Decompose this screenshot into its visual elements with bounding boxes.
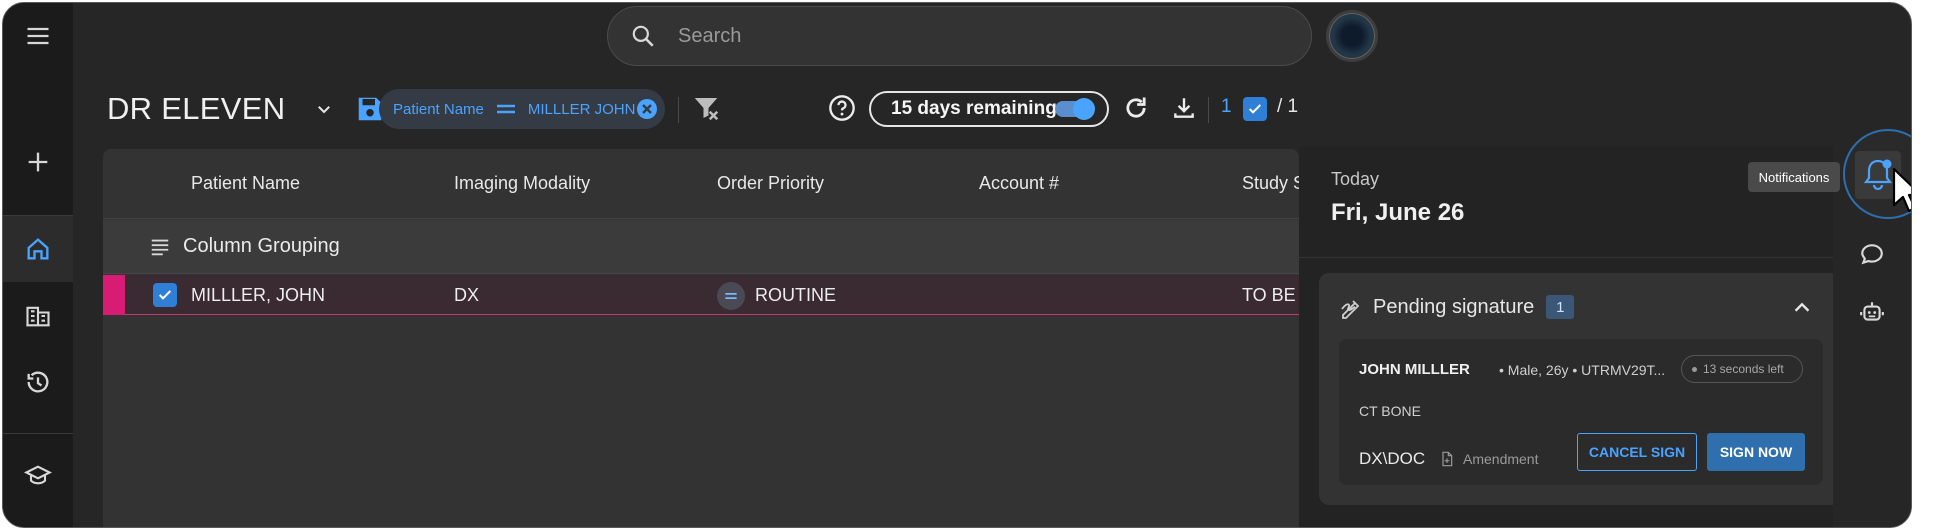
worklist-grid: Patient Name Imaging Modality Order Prio… [103, 149, 1299, 527]
refresh-icon [1126, 97, 1146, 118]
date-label: Fri, June 26 [1331, 199, 1465, 226]
download-icon [1174, 98, 1194, 118]
chat-button[interactable] [1855, 237, 1889, 271]
filter-chip[interactable]: Patient Name MILLLER JOHN [379, 89, 665, 129]
group-label: Column Grouping [183, 235, 340, 257]
time-dot [1692, 366, 1697, 372]
history-button[interactable] [3, 349, 73, 415]
refresh-button[interactable] [1119, 91, 1153, 125]
pending-item[interactable]: JOHN MILLLER • Male, 26y • UTRMV29T... 1… [1339, 339, 1823, 485]
help-button[interactable] [825, 91, 859, 125]
signature-icon [1341, 300, 1360, 319]
search-icon [632, 25, 654, 47]
pending-signature-card: Pending signature 1 JOHN MILLLER • Male,… [1319, 273, 1841, 505]
building-icon [26, 306, 50, 327]
amendment-label[interactable]: Amendment [1439, 450, 1538, 468]
remaining-toggle[interactable] [1055, 98, 1095, 120]
column-header[interactable]: Account # [979, 173, 1059, 194]
grid-header: Patient Name Imaging Modality Order Prio… [103, 149, 1299, 219]
select-all-checkbox[interactable] [1243, 97, 1267, 121]
column-header[interactable]: Study S [1242, 173, 1299, 194]
pending-count-badge: 1 [1546, 295, 1575, 319]
app-window: DR ELEVEN Patient Name MILLLER JOHN 15 d… [2, 2, 1912, 528]
check-icon [1248, 104, 1262, 114]
cell-priority: ROUTINE [755, 285, 836, 305]
clear-all-filters-button[interactable] [689, 91, 723, 125]
cancel-sign-button[interactable]: CANCEL SIGN [1577, 433, 1697, 471]
worklist-title: DR ELEVEN [107, 91, 286, 126]
search-bar [607, 6, 1312, 66]
trial-remaining-pill[interactable]: 15 days remaining [869, 91, 1109, 127]
pending-title: Pending signature [1373, 295, 1535, 318]
cell-modality: DX [454, 285, 480, 305]
panel-divider [1299, 257, 1833, 258]
nav-rail [3, 3, 73, 527]
chevron-down-icon[interactable] [315, 100, 333, 118]
column-header[interactable]: Imaging Modality [454, 173, 590, 194]
cell-patient-name: MILLLER, JOHN [191, 285, 326, 305]
home-button[interactable] [3, 216, 73, 282]
file-plus-icon [1442, 451, 1453, 467]
pending-study: CT BONE [1359, 403, 1421, 419]
cell-study-status: TO BE A [1242, 285, 1299, 305]
education-button[interactable] [3, 443, 73, 509]
notifications-panel: Today Fri, June 26 Pending signature 1 J… [1299, 147, 1841, 527]
pending-patient: JOHN MILLLER [1359, 361, 1470, 378]
selected-count: 1 [1221, 96, 1232, 117]
time-left-badge: 13 seconds left [1681, 355, 1803, 383]
clear-filter-icon[interactable] [635, 97, 659, 121]
row-checkbox[interactable] [153, 283, 177, 307]
time-left: 13 seconds left [1703, 362, 1784, 376]
pending-meta: • Male, 26y • UTRMV29T... [1499, 362, 1666, 378]
row-status-stripe [103, 275, 125, 315]
filter-field: Patient Name [393, 100, 484, 118]
column-header[interactable]: Patient Name [191, 173, 300, 194]
robot-icon [1860, 302, 1884, 321]
sign-now-button[interactable]: SIGN NOW [1707, 433, 1805, 471]
remaining-label: 15 days remaining [891, 98, 1057, 119]
column-grouping-row[interactable]: Column Grouping [103, 220, 1299, 274]
history-icon [27, 371, 49, 393]
home-icon [27, 238, 49, 260]
assistant-button[interactable] [1855, 295, 1889, 329]
priority-equals-icon [717, 282, 745, 310]
pending-signature-header: Pending signature 1 [1339, 295, 1575, 319]
list-icon [151, 239, 169, 255]
pending-modality: DX\DOC [1359, 449, 1426, 468]
help-icon [829, 95, 855, 121]
table-row[interactable]: MILLLER, JOHN DX ROUTINE TO BE A [103, 275, 1299, 315]
toolbar-divider [678, 97, 679, 123]
download-button[interactable] [1167, 91, 1201, 125]
notifications-tooltip: Notifications [1748, 162, 1840, 192]
worklist-toolbar: DR ELEVEN [107, 83, 385, 135]
mouse-cursor-icon [1892, 167, 1911, 213]
filter-off-icon [694, 98, 719, 121]
new-button[interactable] [3, 129, 73, 195]
rail-divider [3, 433, 73, 434]
day-label: Today [1331, 169, 1380, 189]
selected-total: / 1 [1277, 96, 1299, 117]
graduation-cap-icon [24, 465, 52, 485]
chevron-up-icon[interactable] [1791, 297, 1813, 319]
user-avatar[interactable] [1326, 10, 1378, 62]
check-icon [158, 290, 172, 300]
search-input[interactable] [678, 24, 1258, 48]
menu-button[interactable] [3, 3, 73, 69]
equals-icon [496, 104, 515, 114]
hamburger-icon [27, 27, 49, 45]
column-header[interactable]: Order Priority [717, 173, 824, 194]
filter-value: MILLLER JOHN [527, 100, 636, 118]
toolbar-divider [1208, 97, 1209, 123]
worklist-button[interactable] [3, 283, 73, 349]
plus-icon [28, 152, 48, 172]
chat-bubble-icon [1861, 244, 1883, 265]
